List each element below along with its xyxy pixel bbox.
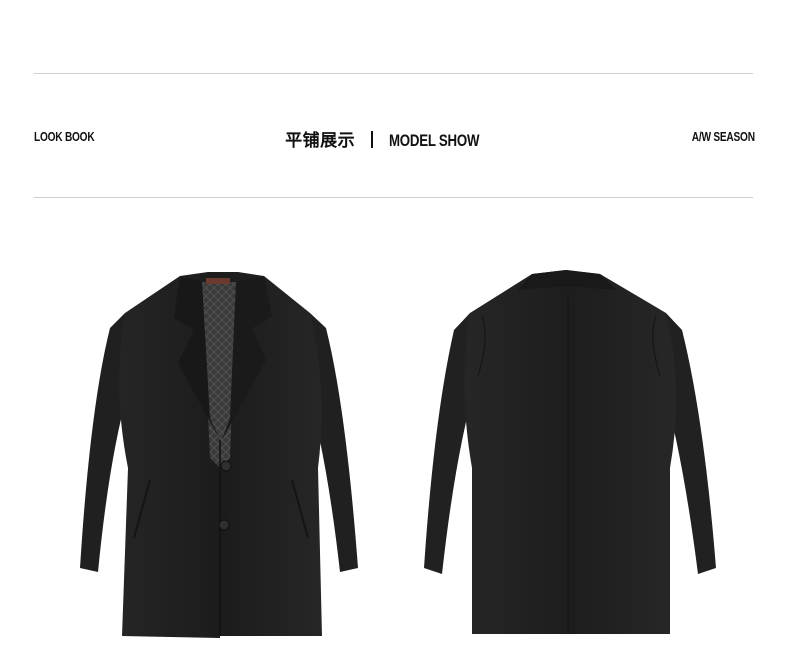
- section-title-en: MODEL SHOW: [389, 131, 480, 150]
- coat-front-image: [80, 272, 358, 638]
- section-title-cn: 平铺展示: [285, 131, 356, 151]
- season-label: A/W SEASON: [691, 129, 755, 144]
- bottom-divider: [34, 197, 753, 198]
- title-separator: [371, 131, 374, 148]
- top-divider: [34, 73, 753, 74]
- section-title: 平铺展示 MODEL SHOW: [0, 126, 790, 151]
- coat-back-image: [424, 270, 716, 634]
